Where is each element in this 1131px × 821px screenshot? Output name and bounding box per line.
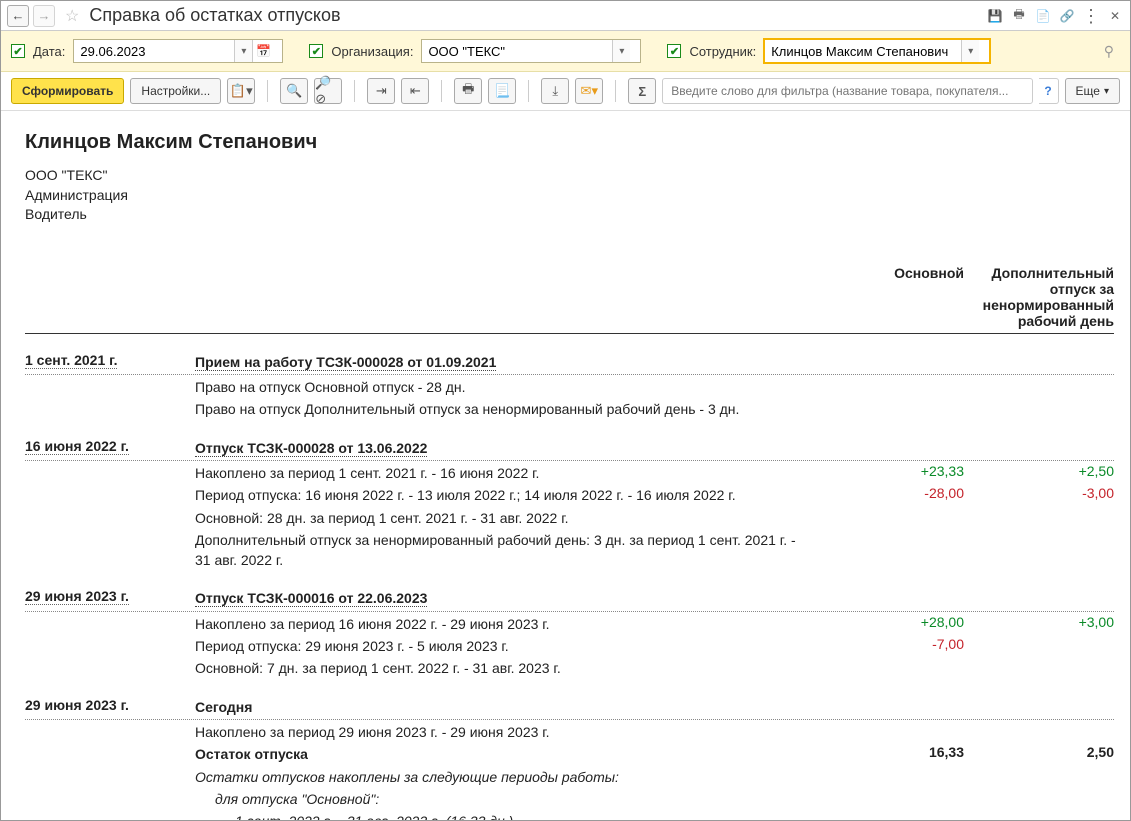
favorite-star-icon[interactable]: ☆ (65, 6, 79, 26)
value-extra: -3,00 (964, 485, 1114, 505)
expand-groups-icon[interactable]: ⇥ (367, 78, 395, 104)
text-line: 1 сент. 2022 г. - 31 авг. 2023 г. (16,33… (195, 811, 814, 820)
print-icon[interactable]: 🖶 (1010, 7, 1028, 25)
print-button-icon[interactable]: 🖶 (454, 78, 482, 104)
settings-button[interactable]: Настройки... (130, 78, 221, 104)
text-line: Накоплено за период 1 сент. 2021 г. - 16… (195, 463, 814, 483)
more-button-label: Еще (1076, 84, 1100, 98)
date-checkbox[interactable] (11, 44, 25, 58)
search-clear-icon[interactable]: 🔎⊘ (314, 78, 342, 104)
hire-doc-link[interactable]: Прием на работу ТСЗК-000028 от 01.09.202… (195, 354, 496, 371)
collapse-groups-icon[interactable]: ⇤ (401, 78, 429, 104)
column-main-header: Основной (814, 265, 964, 329)
value-extra: +3,00 (964, 614, 1114, 634)
balance-main: 16,33 (814, 744, 964, 764)
close-icon[interactable]: ✕ (1106, 7, 1124, 25)
text-line: Период отпуска: 16 июня 2022 г. - 13 июл… (195, 485, 814, 505)
org-dropdown-icon[interactable]: ▾ (612, 40, 630, 62)
section-date: 29 июня 2023 г. (25, 697, 195, 713)
save-file-icon[interactable]: ⤓ (541, 78, 569, 104)
print-preview-icon[interactable]: 📃 (488, 78, 516, 104)
balance-label: Остаток отпуска (195, 744, 814, 764)
filter-funnel-icon[interactable]: ⚲ (1104, 43, 1120, 60)
section-date: 1 сент. 2021 г. (25, 352, 117, 369)
window-title: Справка об остатках отпусков (89, 5, 982, 26)
balance-extra: 2,50 (964, 744, 1114, 764)
column-extra-header: Дополнительный отпуск за ненормированный… (964, 265, 1114, 329)
value-main: -7,00 (814, 636, 964, 656)
text-line: Дополнительный отпуск за ненормированный… (195, 530, 814, 571)
employee-field[interactable]: ▾ (764, 39, 990, 63)
email-icon[interactable]: ✉▾ (575, 78, 603, 104)
text-line: Право на отпуск Дополнительный отпуск за… (195, 399, 814, 419)
emp-label: Сотрудник: (689, 44, 756, 59)
value-main: +23,33 (814, 463, 964, 483)
org-checkbox[interactable] (309, 44, 323, 58)
text-line: Накоплено за период 16 июня 2022 г. - 29… (195, 614, 814, 634)
more-button[interactable]: Еще ▾ (1065, 78, 1120, 104)
position-name: Водитель (25, 205, 1114, 225)
org-name: ООО "ТЕКС" (25, 166, 1114, 186)
back-button[interactable]: ← (7, 5, 29, 27)
date-label: Дата: (33, 44, 65, 59)
date-field[interactable]: ▾ 📅 (73, 39, 283, 63)
department-name: Администрация (25, 186, 1114, 206)
preview-icon[interactable]: 📄 (1034, 7, 1052, 25)
search-box[interactable] (662, 78, 1032, 104)
today-label: Сегодня (195, 697, 814, 717)
employee-dropdown-icon[interactable]: ▾ (961, 40, 979, 62)
org-label: Организация: (331, 44, 413, 59)
section-date: 16 июня 2022 г. (25, 438, 129, 455)
settings-button-label: Настройки... (141, 84, 210, 98)
text-line: Накоплено за период 29 июня 2023 г. - 29… (195, 722, 814, 742)
forward-button[interactable]: → (33, 5, 55, 27)
value-main: +28,00 (814, 614, 964, 634)
run-button[interactable]: Сформировать (11, 78, 124, 104)
employee-name: Клинцов Максим Степанович (25, 131, 1114, 154)
text-line: Право на отпуск Основной отпуск - 28 дн. (195, 377, 814, 397)
org-field[interactable]: ▾ (421, 39, 641, 63)
help-icon[interactable]: ? (1039, 78, 1059, 104)
sum-icon[interactable]: Σ (628, 78, 656, 104)
date-input[interactable] (74, 40, 234, 62)
link-icon[interactable]: 🔗 (1058, 7, 1076, 25)
date-dropdown-icon[interactable]: ▾ (234, 40, 252, 62)
more-menu-icon[interactable]: ⋮ (1082, 7, 1100, 25)
org-input[interactable] (422, 40, 612, 62)
save-icon[interactable]: 💾 (986, 7, 1004, 25)
calendar-icon[interactable]: 📅 (252, 40, 274, 62)
value-extra: +2,50 (964, 463, 1114, 483)
section-date: 29 июня 2023 г. (25, 588, 129, 605)
search-input[interactable] (663, 84, 1031, 98)
emp-checkbox[interactable] (667, 44, 681, 58)
text-line: Основной: 28 дн. за период 1 сент. 2021 … (195, 508, 814, 528)
employee-input[interactable] (765, 40, 961, 62)
run-button-label: Сформировать (22, 84, 113, 98)
text-line: для отпуска "Основной": (195, 789, 814, 809)
search-find-icon[interactable]: 🔍 (280, 78, 308, 104)
text-line: Период отпуска: 29 июня 2023 г. - 5 июля… (195, 636, 814, 656)
value-main: -28,00 (814, 485, 964, 505)
vacation-doc-link[interactable]: Отпуск ТСЗК-000016 от 22.06.2023 (195, 590, 427, 607)
settings-dropdown-icon[interactable]: 📋▾ (227, 78, 255, 104)
text-line: Остатки отпусков накоплены за следующие … (195, 767, 814, 787)
text-line: Основной: 7 дн. за период 1 сент. 2022 г… (195, 658, 814, 678)
vacation-doc-link[interactable]: Отпуск ТСЗК-000028 от 13.06.2022 (195, 440, 427, 457)
